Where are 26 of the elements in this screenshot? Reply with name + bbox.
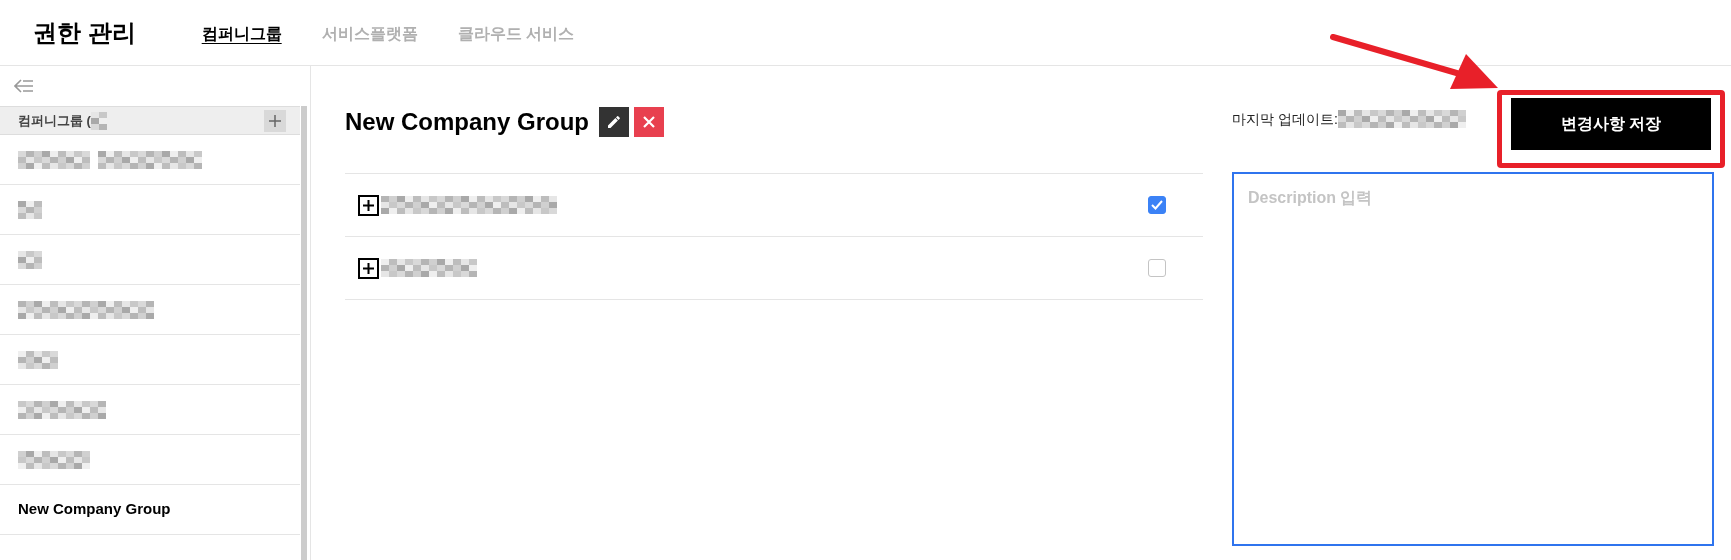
pencil-icon — [606, 113, 623, 130]
last-update-label: 마지막 업데이트: — [1232, 109, 1338, 129]
plus-icon — [269, 114, 281, 127]
expand-icon[interactable] — [358, 257, 379, 279]
page-title: 권한 관리 — [33, 17, 136, 48]
sidebar-item[interactable]: New Company Group — [0, 485, 300, 535]
collapse-icon[interactable] — [14, 79, 34, 93]
close-icon — [643, 115, 656, 128]
blurred-text — [18, 250, 42, 269]
section-label: 컴퍼니그룹 ( — [18, 111, 91, 130]
blurred-text — [18, 200, 42, 219]
blurred-text — [18, 450, 90, 469]
group-title: New Company Group — [345, 106, 590, 137]
edit-button[interactable] — [599, 106, 630, 137]
delete-button[interactable] — [634, 106, 665, 137]
scrollbar[interactable] — [301, 106, 307, 560]
expand-icon[interactable] — [358, 194, 379, 216]
save-button[interactable]: 변경사항 저장 — [1511, 98, 1711, 150]
nav-tab[interactable]: 컴퍼니그룹 — [201, 21, 282, 46]
checkbox[interactable] — [1148, 259, 1166, 277]
blurred-text — [18, 150, 90, 169]
blurred-text — [90, 111, 107, 130]
blurred-text — [18, 350, 58, 369]
checkbox[interactable] — [1148, 196, 1166, 214]
add-button[interactable] — [264, 109, 286, 132]
description-field[interactable]: Description 입력 — [1232, 172, 1714, 546]
